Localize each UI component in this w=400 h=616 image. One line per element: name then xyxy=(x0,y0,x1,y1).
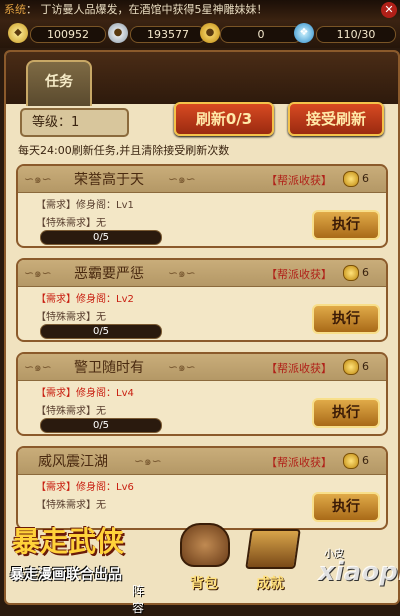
resource-bar: ◆ 100952 ● 193577 ● 0 ❖ 110/30 xyxy=(0,20,400,48)
task-card: ∽๑∽ 荣誉高于天 ∽๑∽ 【帮派收获】 6 【需求】修身阁：Lv1 【特殊需求… xyxy=(16,164,388,248)
special-requirement-text: 【特殊需求】无 xyxy=(36,406,106,417)
achievement-label[interactable]: 成就 xyxy=(256,573,284,593)
special-requirement-text: 【特殊需求】无 xyxy=(36,500,106,511)
task-card: ∽๑∽ 警卫随时有 ∽๑∽ 【帮派收获】 6 【需求】修身阁：Lv4 【特殊需求… xyxy=(16,352,388,436)
coin-icon xyxy=(343,453,359,469)
coin-icon xyxy=(343,171,359,187)
tab-tasks[interactable]: 任务 xyxy=(26,60,92,106)
reward-label: 【帮派收获】 xyxy=(266,268,332,281)
gold-ingot-icon: ◆ xyxy=(8,23,28,43)
watermark: xiaopi xyxy=(318,557,400,587)
achievement-icon[interactable] xyxy=(245,529,301,569)
bottom-nav: 暴走武侠 暴走漫画联合出品 阵容 背包 成就 小皮 xiaopi xyxy=(0,515,400,615)
announcement-bar: 系统： 丁访曼人品爆发，在酒馆中获得5星神雕妹妹！ ✕ xyxy=(0,0,400,21)
game-logo: 暴走武侠 暴走漫画联合出品 阵容 xyxy=(8,520,148,615)
task-title: 荣誉高于天 xyxy=(74,172,144,188)
execute-button[interactable]: 执行 xyxy=(312,210,380,240)
special-requirement-text: 【特殊需求】无 xyxy=(36,312,106,323)
task-card: ∽๑∽ 恶霸要严惩 ∽๑∽ 【帮派收获】 6 【需求】修身阁：Lv2 【特殊需求… xyxy=(16,258,388,342)
stamina-value: 110/30 xyxy=(316,26,396,43)
announcement-text: 丁访曼人品爆发，在酒馆中获得5星神雕妹妹！ xyxy=(40,3,268,16)
cloud-ornament-icon: ∽๑∽ xyxy=(24,266,52,280)
task-title: 威风震江湖 xyxy=(38,454,108,470)
cloud-ornament-icon: ∽๑∽ xyxy=(24,360,52,374)
bag-icon[interactable] xyxy=(180,523,230,567)
reward-value: 6 xyxy=(362,172,369,185)
refresh-button[interactable]: 刷新0/3 xyxy=(174,102,274,136)
cloud-ornament-icon: ∽๑∽ xyxy=(168,172,196,186)
progress-bar: 0/5 xyxy=(40,324,162,339)
gold-coin-icon: ● xyxy=(200,23,220,43)
silver-coin-value: 193577 xyxy=(130,26,206,43)
task-title: 恶霸要严惩 xyxy=(74,266,144,282)
task-title: 警卫随时有 xyxy=(74,360,144,376)
reward-value: 6 xyxy=(362,266,369,279)
stamina-icon: ❖ xyxy=(294,23,314,43)
bag-label[interactable]: 背包 xyxy=(190,573,218,593)
coin-icon xyxy=(343,265,359,281)
accept-refresh-button[interactable]: 接受刷新 xyxy=(288,102,384,136)
requirement-text: 【需求】修身阁：Lv2 xyxy=(36,294,134,305)
gold-ingot-value: 100952 xyxy=(30,26,106,43)
requirement-text: 【需求】修身阁：Lv1 xyxy=(36,200,134,211)
reward-label: 【帮派收获】 xyxy=(266,456,332,469)
level-display: 等级：1 xyxy=(20,108,129,137)
cloud-ornament-icon: ∽๑∽ xyxy=(168,266,196,280)
refresh-description: 每天24:00刷新任务,并且清除接受刷新次数 xyxy=(18,144,230,157)
silver-coin-icon: ● xyxy=(108,23,128,43)
close-icon[interactable]: ✕ xyxy=(381,2,397,18)
progress-bar: 0/5 xyxy=(40,230,162,245)
gold-coin-value: 0 xyxy=(220,26,302,43)
panel-header: 任务 xyxy=(6,52,398,106)
execute-button[interactable]: 执行 xyxy=(312,304,380,334)
lineup-label[interactable]: 阵容 xyxy=(132,582,148,616)
reward-value: 6 xyxy=(362,454,369,467)
task-card-header: ∽๑∽ 恶霸要严惩 ∽๑∽ 【帮派收获】 6 xyxy=(18,260,386,287)
announcement-label: 系统 xyxy=(4,3,26,16)
reward-label: 【帮派收获】 xyxy=(266,362,332,375)
cloud-ornament-icon: ∽๑∽ xyxy=(24,172,52,186)
task-card-header: 威风震江湖 ∽๑∽ 【帮派收获】 6 xyxy=(18,448,386,475)
cloud-ornament-icon: ∽๑∽ xyxy=(134,454,162,468)
reward-label: 【帮派收获】 xyxy=(266,174,332,187)
execute-button[interactable]: 执行 xyxy=(312,398,380,428)
coin-icon xyxy=(343,359,359,375)
requirement-text: 【需求】修身阁：Lv6 xyxy=(36,482,134,493)
progress-bar: 0/5 xyxy=(40,418,162,433)
logo-subtitle: 暴走漫画联合出品 xyxy=(10,567,122,583)
task-card-header: ∽๑∽ 荣誉高于天 ∽๑∽ 【帮派收获】 6 xyxy=(18,166,386,193)
task-card-header: ∽๑∽ 警卫随时有 ∽๑∽ 【帮派收获】 6 xyxy=(18,354,386,381)
requirement-text: 【需求】修身阁：Lv4 xyxy=(36,388,134,399)
cloud-ornament-icon: ∽๑∽ xyxy=(168,360,196,374)
logo-title: 暴走武侠 xyxy=(12,525,125,558)
reward-value: 6 xyxy=(362,360,369,373)
special-requirement-text: 【特殊需求】无 xyxy=(36,218,106,229)
